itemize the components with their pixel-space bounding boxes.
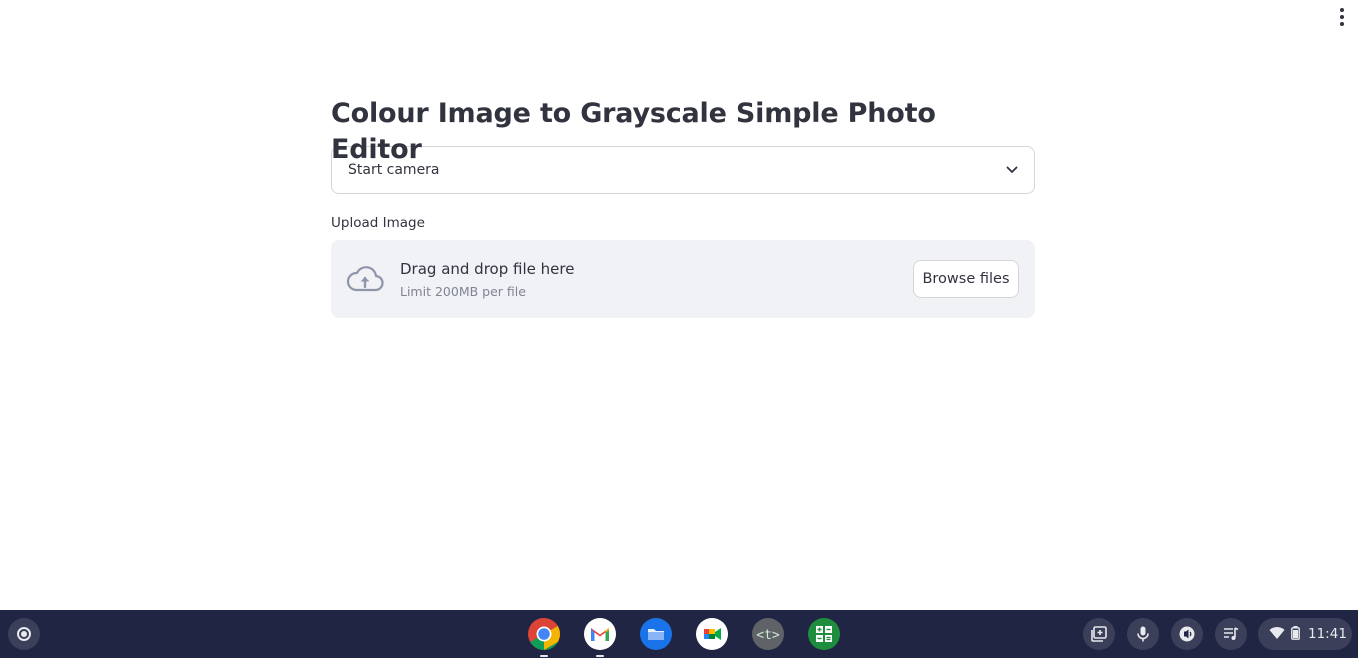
microphone-icon[interactable] [1127, 618, 1159, 650]
wifi-icon [1269, 625, 1285, 644]
battery-icon [1291, 625, 1300, 644]
files-icon[interactable] [639, 617, 673, 651]
status-area[interactable]: 11:41 [1258, 618, 1352, 650]
launcher-icon[interactable] [8, 618, 40, 650]
camera-select-value: Start camera [348, 162, 440, 178]
calculator-icon[interactable] [807, 617, 841, 651]
dropzone-title: Drag and drop file here [400, 259, 575, 278]
dropzone-text: Drag and drop file here Limit 200MB per … [400, 259, 574, 300]
chevron-down-icon [1006, 164, 1018, 176]
clock-time: 11:41 [1308, 626, 1347, 642]
text-editor-icon[interactable]: <t> [751, 617, 785, 651]
uploader-label: Upload Image [331, 215, 425, 231]
meet-icon[interactable] [695, 617, 729, 651]
page-title: Colour Image to Grayscale Simple Photo E… [331, 98, 936, 165]
app-window: Colour Image to Grayscale Simple Photo E… [0, 0, 1358, 610]
dropzone-limit: Limit 200MB per file [400, 283, 526, 299]
chromeos-shelf: <t> 11:41 [0, 610, 1358, 658]
chrome-icon[interactable] [527, 617, 561, 657]
screen-capture-icon[interactable] [1083, 618, 1115, 650]
camera-select[interactable]: Start camera [331, 146, 1035, 194]
kebab-menu-icon[interactable] [1332, 6, 1352, 28]
media-controls-icon[interactable] [1215, 618, 1247, 650]
browse-files-button[interactable]: Browse files [913, 260, 1019, 298]
main-content: Colour Image to Grayscale Simple Photo E… [331, 96, 1035, 318]
gmail-icon[interactable] [583, 617, 617, 657]
svg-text:<t>: <t> [756, 628, 780, 643]
pinned-apps: <t> [527, 617, 841, 657]
cloud-upload-icon [345, 259, 385, 299]
file-dropzone[interactable]: Drag and drop file here Limit 200MB per … [331, 240, 1035, 318]
accessibility-icon[interactable] [1171, 618, 1203, 650]
